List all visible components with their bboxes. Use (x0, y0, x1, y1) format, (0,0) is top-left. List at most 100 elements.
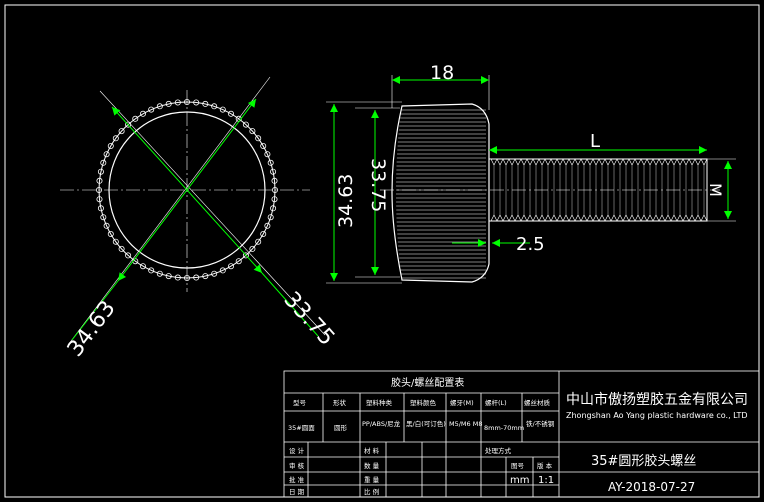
unit-value: mm (510, 475, 529, 486)
thread-crest (547, 158, 552, 166)
thread-crest (667, 158, 672, 166)
company-name-en: Zhongshan Ao Yang plastic hardware co., … (566, 411, 748, 420)
thread-crest (631, 158, 636, 166)
thread-root (652, 214, 657, 222)
dim-outer-dia-side: 34.63 (335, 174, 357, 228)
thread-crest (634, 158, 639, 166)
dim-inner-dia-front: 33.75 (279, 287, 340, 351)
thread-root (688, 214, 693, 222)
thread-crest (595, 158, 600, 166)
thread-root (547, 214, 552, 222)
thread-crest (538, 158, 543, 166)
thread-root (679, 214, 684, 222)
thread-root (643, 214, 648, 222)
label-drawing-no: 图号 (511, 462, 525, 470)
thread-root (574, 214, 579, 222)
thread-crest (532, 158, 537, 166)
thread-crest (529, 158, 534, 166)
thread-root (649, 214, 654, 222)
thread-crest (502, 158, 507, 166)
dim-outer-dia-front: 34.63 (63, 296, 121, 361)
thread-root (523, 214, 528, 222)
thread-crest (610, 158, 615, 166)
thread-crest (508, 158, 513, 166)
thread-root (700, 214, 705, 222)
thread-crest (517, 158, 522, 166)
thread-root (658, 214, 663, 222)
thread-crest (589, 158, 594, 166)
thread-root (559, 214, 564, 222)
thread-crest (592, 158, 597, 166)
row-plastic-type: PP/ABS/尼龙 (362, 419, 401, 428)
thread-crest (571, 158, 576, 166)
label-material: 材 料 (364, 446, 380, 455)
thread-root (667, 214, 672, 222)
dim-thread-length: L (590, 131, 600, 152)
thread-crest (700, 158, 705, 166)
thread-root (637, 214, 642, 222)
knob-ridges (396, 109, 486, 279)
thread-crest (553, 158, 558, 166)
row-screw-length: 8mm-70mm (484, 424, 524, 432)
thread-root (553, 214, 558, 222)
thread-crest (550, 158, 555, 166)
thread-crest (658, 158, 663, 166)
thread-crest (586, 158, 591, 166)
thread-root (508, 214, 513, 222)
thread-crest (661, 158, 666, 166)
thread-crest (607, 158, 612, 166)
thread-crest (580, 158, 585, 166)
header-screw-material: 螺丝材质 (524, 398, 551, 407)
header-plastic-color: 塑料颜色 (410, 398, 437, 407)
thread-root (526, 214, 531, 222)
thread-crest (496, 158, 501, 166)
thread-crest (616, 158, 621, 166)
title-block-text: 胶头/螺丝配置表 型号 形状 塑料种类 塑料颜色 螺牙(M) 螺杆(L) 螺丝材… (288, 376, 748, 496)
thread-crest (499, 158, 504, 166)
front-view: 34.63 33.75 (60, 76, 340, 362)
thread-crest (526, 158, 531, 166)
thread-crest (685, 158, 690, 166)
knob-head-outline (391, 103, 490, 283)
label-version: 版 本 (537, 461, 553, 470)
thread-root (580, 214, 585, 222)
thread-root (682, 214, 687, 222)
thread-crest (652, 158, 657, 166)
dim-inner-dia-side: 33.75 (367, 158, 389, 212)
thread-root (514, 214, 519, 222)
thread-root (571, 214, 576, 222)
thread-crest (673, 158, 678, 166)
thread-root (631, 214, 636, 222)
thread-root (694, 214, 699, 222)
thread-crest (520, 158, 525, 166)
thread-root (517, 214, 522, 222)
label-review: 审 核 (289, 461, 305, 470)
thread-root (583, 214, 588, 222)
thread-root (499, 214, 504, 222)
thread-root (697, 214, 702, 222)
thread-crest (622, 158, 627, 166)
thread-crest (601, 158, 606, 166)
label-date: 日 期 (289, 488, 305, 496)
thread-root (616, 214, 621, 222)
thread-root (595, 214, 600, 222)
thread-root (538, 214, 543, 222)
header-screw-length: 螺杆(L) (485, 398, 507, 407)
row-model: 35#圆面 (288, 424, 315, 432)
label-weight: 重 量 (364, 476, 380, 484)
row-thread: M5/M6 M8 (449, 420, 483, 428)
thread-root (568, 214, 573, 222)
thread-root (589, 214, 594, 222)
thread-root (661, 214, 666, 222)
thread-root (646, 214, 651, 222)
thread-crest (574, 158, 579, 166)
thread-crest (613, 158, 618, 166)
thread-crest (559, 158, 564, 166)
thread-crest (511, 158, 516, 166)
label-treatment: 处理方式 (485, 446, 512, 455)
side-view: 18 34.63 33.75 L M 2.5 (326, 62, 736, 284)
thread-root (493, 214, 498, 222)
thread-root (490, 214, 495, 222)
thread-crest (691, 158, 696, 166)
thread-root (613, 214, 618, 222)
